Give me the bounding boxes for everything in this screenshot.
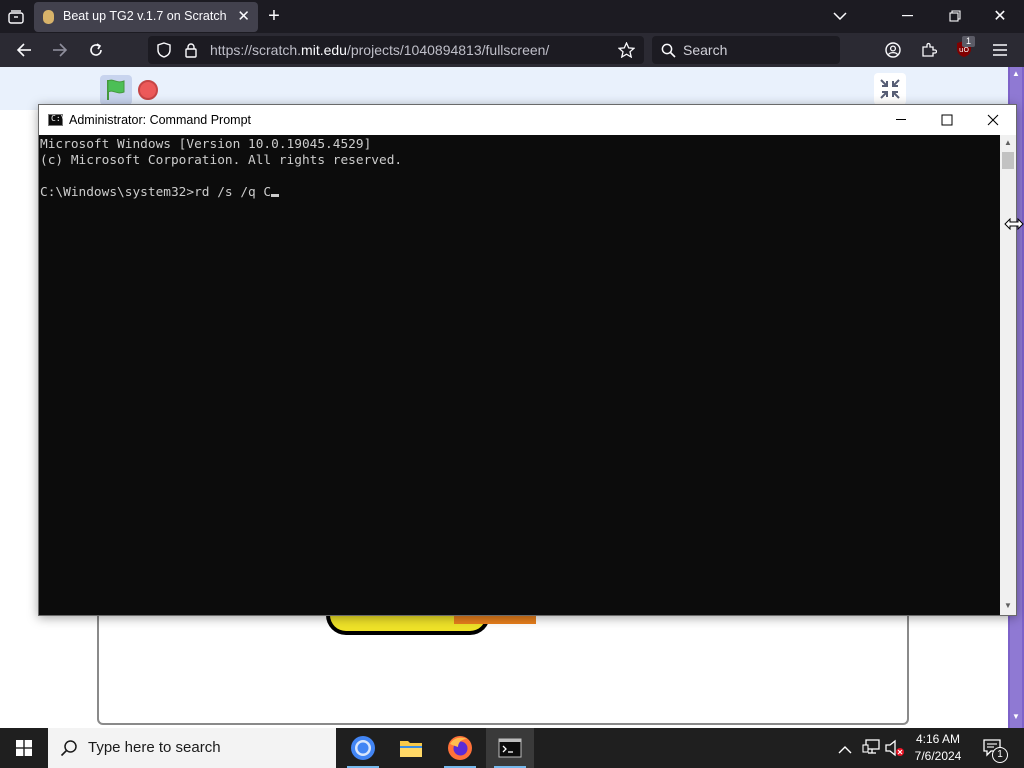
- taskbar-search-box[interactable]: Type here to search: [48, 728, 336, 768]
- cmd-close-button[interactable]: [970, 105, 1016, 135]
- console-prompt-line[interactable]: C:\Windows\system32>rd /s /q C: [40, 185, 280, 200]
- green-flag-icon: [107, 79, 125, 100]
- command-prompt-icon: [498, 738, 522, 758]
- console-line: (c) Microsoft Corporation. All rights re…: [40, 153, 403, 168]
- taskbar-firefox[interactable]: [436, 728, 484, 768]
- console-line: Microsoft Windows [Version 10.0.19045.45…: [40, 137, 372, 152]
- cmd-app-icon: C:\: [48, 114, 65, 126]
- network-icon[interactable]: [862, 739, 880, 760]
- windows-taskbar: Type here to search 4:16 AM 7/6/2024 1: [0, 728, 1024, 768]
- hamburger-menu-icon[interactable]: [989, 39, 1011, 61]
- url-prefix: https://scratch.: [210, 42, 302, 58]
- scratch-favicon-icon: [43, 10, 54, 24]
- console-prompt-text: C:\Windows\system32>rd /s /q C: [40, 185, 272, 200]
- tab-list-icon[interactable]: [6, 7, 26, 27]
- cmd-scroll-down-icon[interactable]: ▼: [1004, 601, 1012, 610]
- scratch-stage[interactable]: [97, 611, 909, 725]
- svg-text:uO: uO: [959, 46, 969, 54]
- account-icon[interactable]: [882, 39, 904, 61]
- back-arrow-icon[interactable]: [13, 39, 35, 61]
- clock-date: 7/6/2024: [914, 749, 962, 763]
- cmd-title-bar[interactable]: C:\ Administrator: Command Prompt: [39, 105, 1016, 135]
- bookmark-star-icon[interactable]: [616, 40, 636, 60]
- volume-muted-icon[interactable]: [885, 739, 905, 762]
- extension-badge: 1: [962, 36, 975, 47]
- new-tab-icon[interactable]: +: [264, 5, 284, 27]
- browser-tab-active[interactable]: Beat up TG2 v.1.7 on Scratch ✕: [34, 2, 258, 32]
- reload-icon[interactable]: [85, 39, 107, 61]
- cmd-maximize-button[interactable]: [924, 105, 970, 135]
- window-restore-icon[interactable]: [945, 6, 965, 26]
- firefox-icon: [448, 736, 472, 760]
- text-cursor: [271, 194, 280, 197]
- taskbar-search-placeholder: Type here to search: [88, 739, 221, 756]
- start-button[interactable]: [0, 728, 48, 768]
- exit-fullscreen-button[interactable]: [874, 73, 906, 105]
- search-icon: [659, 41, 677, 59]
- taskbar-clock[interactable]: 4:16 AM 7/6/2024: [910, 731, 966, 765]
- cmd-scrollbar[interactable]: ▲ ▼: [1000, 135, 1016, 615]
- show-hidden-icons-chevron-icon[interactable]: [838, 741, 852, 759]
- lock-icon[interactable]: [181, 40, 201, 60]
- scroll-up-arrow-icon[interactable]: ▲: [1012, 69, 1020, 78]
- cmd-scroll-up-icon[interactable]: ▲: [1004, 138, 1012, 147]
- search-box[interactable]: Search: [652, 36, 840, 64]
- chrome-icon: [351, 736, 375, 760]
- shield-icon[interactable]: [154, 40, 174, 60]
- url-path: /projects/1040894813/fullscreen/: [346, 42, 550, 58]
- address-bar[interactable]: https://scratch.mit.edu/projects/1040894…: [148, 36, 644, 64]
- taskbar-file-explorer[interactable]: [387, 728, 435, 768]
- tab-title: Beat up TG2 v.1.7 on Scratch: [63, 9, 227, 23]
- tab-close-icon[interactable]: ✕: [237, 7, 250, 25]
- url-host: mit.edu: [301, 42, 347, 58]
- windows-logo-icon: [16, 740, 32, 756]
- search-placeholder: Search: [683, 42, 728, 58]
- url-text[interactable]: https://scratch.mit.edu/projects/1040894…: [210, 42, 549, 58]
- resize-cursor-icon: [1004, 217, 1024, 235]
- browser-tab-bar: Beat up TG2 v.1.7 on Scratch ✕ + ✕: [0, 0, 1024, 33]
- taskbar-search-icon: [60, 739, 78, 762]
- cmd-minimize-button[interactable]: [879, 105, 925, 135]
- taskbar-chrome[interactable]: [339, 728, 387, 768]
- command-prompt-window[interactable]: C:\ Administrator: Command Prompt Micros…: [38, 104, 1017, 616]
- cmd-scroll-thumb[interactable]: [1002, 152, 1014, 169]
- green-flag-button[interactable]: [100, 75, 132, 105]
- forward-arrow-icon[interactable]: [49, 39, 71, 61]
- taskbar-command-prompt[interactable]: [486, 728, 534, 768]
- tab-overflow-chevron-icon[interactable]: [830, 6, 850, 26]
- stop-button[interactable]: [138, 80, 158, 100]
- scroll-down-arrow-icon[interactable]: ▼: [1012, 712, 1020, 721]
- notification-count-badge: 1: [992, 747, 1008, 763]
- extensions-puzzle-icon[interactable]: [918, 39, 940, 61]
- file-explorer-icon: [400, 741, 422, 757]
- cmd-title: Administrator: Command Prompt: [69, 113, 252, 127]
- window-minimize-icon[interactable]: [898, 6, 918, 26]
- exit-fullscreen-icon: [880, 79, 900, 99]
- clock-time: 4:16 AM: [915, 732, 961, 746]
- window-close-icon[interactable]: ✕: [990, 6, 1010, 26]
- stage-sprite-bar: [454, 615, 536, 624]
- cmd-console[interactable]: Microsoft Windows [Version 10.0.19045.45…: [39, 135, 1000, 615]
